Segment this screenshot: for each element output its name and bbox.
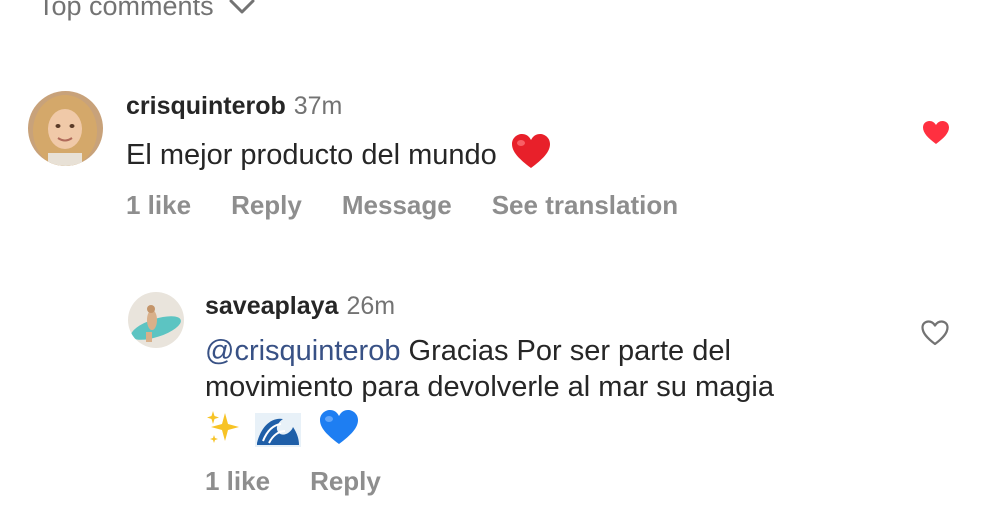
heart-outline-icon[interactable] [921, 320, 949, 346]
comment-body-line1: Gracias Por ser parte del [408, 335, 731, 367]
comment-actions: 1 like Reply Message See translation [126, 190, 678, 221]
reply-button[interactable]: Reply [231, 190, 302, 221]
comment-text: @crisquinterob Gracias Por ser parte del… [205, 333, 905, 456]
message-button[interactable]: Message [342, 190, 452, 221]
see-translation-button[interactable]: See translation [492, 190, 678, 221]
comment-meta: saveaplaya 26m [205, 292, 395, 321]
wave-emoji [255, 409, 302, 456]
comment-username[interactable]: saveaplaya [205, 292, 338, 321]
chevron-down-icon [228, 0, 256, 16]
likes-count[interactable]: 1 like [205, 466, 270, 497]
sort-dropdown[interactable]: Top comments [38, 0, 256, 22]
comment-body: El mejor producto del mundo [126, 139, 497, 172]
heart-filled-icon[interactable] [922, 120, 950, 146]
comment-time: 37m [293, 92, 343, 120]
comment-text: El mejor producto del mundo [126, 134, 551, 179]
comment-username[interactable]: crisquinterob [126, 92, 286, 121]
mention-link[interactable]: @crisquinterob [205, 335, 400, 367]
likes-count[interactable]: 1 like [126, 190, 191, 221]
reply-button[interactable]: Reply [310, 466, 381, 497]
comment-body-line2: movimiento para devolverle al mar su mag… [205, 371, 774, 403]
avatar[interactable] [28, 91, 103, 166]
blue-heart-emoji [319, 410, 359, 455]
red-heart-emoji [511, 134, 551, 179]
sparkles-emoji [205, 409, 245, 456]
comment-time: 26m [346, 292, 396, 320]
comment-meta: crisquinterob 37m [126, 92, 342, 121]
comment-actions: 1 like Reply [205, 466, 381, 497]
sort-label: Top comments [38, 0, 214, 21]
avatar[interactable] [128, 292, 184, 348]
